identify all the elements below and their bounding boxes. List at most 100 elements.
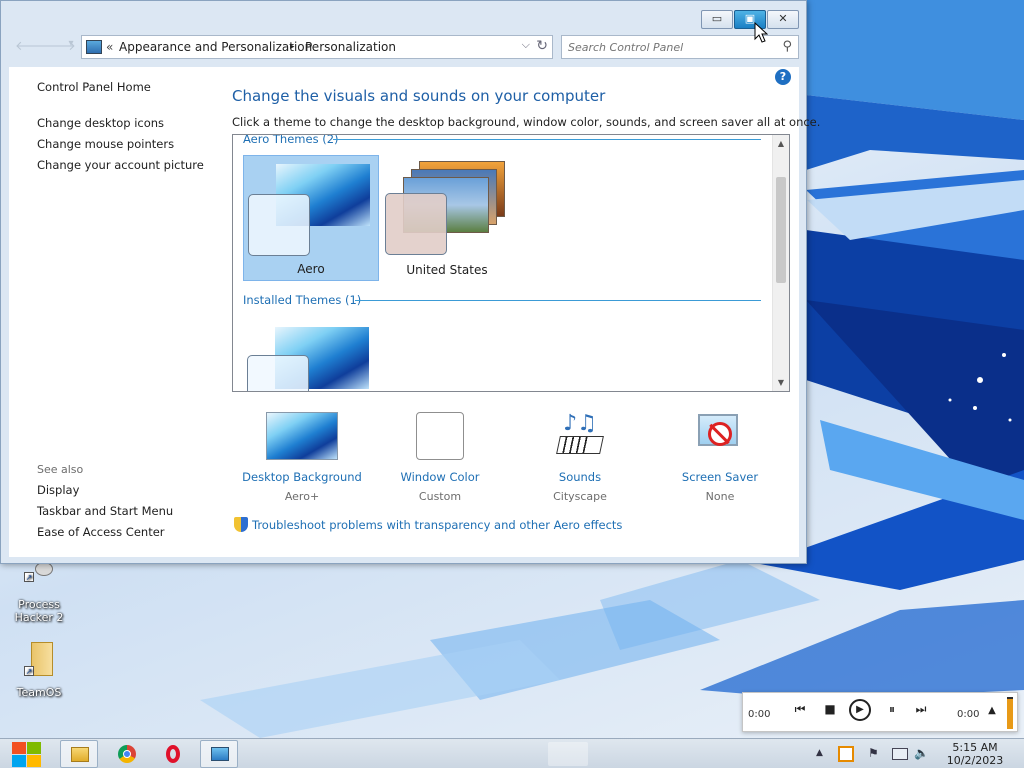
desktop-icon-label: Process Hacker 2 [14, 598, 64, 624]
recent-pages-button[interactable]: ▾ [61, 38, 81, 56]
nav-ease-of-access[interactable]: Ease of Access Center [37, 525, 165, 539]
setting-value: Custom [418, 490, 462, 503]
forward-button[interactable]: 🡒 [41, 38, 76, 56]
nav-display[interactable]: Display [37, 483, 79, 497]
title-bar[interactable]: ▭ ▣ ✕ [1, 1, 806, 31]
nav-taskbar-start-menu[interactable]: Taskbar and Start Menu [37, 504, 173, 518]
refresh-icon[interactable]: ↻ [536, 38, 548, 54]
window-glass-preview [247, 355, 309, 391]
setting-label[interactable]: Desktop Background [232, 470, 372, 484]
volume-fill [1007, 699, 1013, 729]
nav-change-desktop-icons[interactable]: Change desktop icons [37, 116, 164, 130]
breadcrumb-overflow[interactable]: « [106, 40, 113, 54]
theme-list-scrollbar[interactable]: ▲ ▼ [772, 135, 789, 391]
group-header-installed: Installed Themes (1) [243, 293, 362, 307]
screensaver-icon [696, 412, 744, 462]
elapsed-time: 0:00 [748, 709, 771, 720]
setting-label[interactable]: Screen Saver [650, 470, 790, 484]
taskbar-opera[interactable] [155, 740, 193, 768]
close-icon: ✕ [778, 12, 788, 25]
control-panel-icon [86, 40, 102, 54]
breadcrumb-personalization[interactable]: Personalization [305, 40, 396, 54]
desktop-icon-process-hacker[interactable]: ↗ Process Hacker 2 [9, 560, 69, 624]
troubleshoot-link[interactable]: Troubleshoot problems with transparency … [234, 517, 622, 532]
setting-value: Cityscape [553, 490, 607, 503]
wallpaper-icon [266, 412, 338, 462]
color-swatch-icon [416, 412, 464, 462]
back-button[interactable]: 🡐 [15, 38, 50, 56]
shield-icon [234, 517, 248, 532]
group-divider [333, 139, 761, 140]
volume-muted-icon[interactable]: 🔈 [914, 746, 929, 760]
sounds-setting[interactable]: ♪♫ Sounds Cityscape [510, 412, 650, 504]
start-button[interactable] [8, 740, 44, 768]
expand-icon[interactable]: ▲ [981, 705, 1003, 716]
setting-value: Aero+ [284, 490, 320, 503]
desktop-icon-teamos[interactable]: ↗ TeamOS [9, 636, 69, 699]
breadcrumb-appearance[interactable]: Appearance and Personalization [119, 40, 312, 54]
taskbar-ghost-item [548, 742, 588, 766]
network-icon[interactable] [892, 748, 908, 760]
setting-value: None [705, 490, 735, 503]
screen-saver-setting[interactable]: Screen Saver None [650, 412, 790, 503]
action-center-flag-icon[interactable]: ⚑ [868, 746, 879, 760]
next-icon[interactable]: ⏭ [910, 702, 932, 717]
theme-united-states[interactable]: United States [379, 155, 515, 281]
volume-slider[interactable] [1007, 697, 1013, 729]
theme-label: Aero [297, 262, 325, 276]
theme-label: United States [406, 263, 488, 277]
desktop-background-setting[interactable]: Desktop Background Aero+ [232, 412, 372, 503]
play-icon[interactable]: ▶ [849, 699, 871, 721]
nav-change-account-picture[interactable]: Change your account picture [37, 158, 204, 172]
process-hacker-icon: ↗ [21, 560, 57, 596]
troubleshoot-label: Troubleshoot problems with transparency … [252, 518, 623, 532]
tray-app-icon[interactable] [838, 746, 854, 762]
scroll-thumb[interactable] [776, 177, 786, 283]
previous-icon[interactable]: ⏮ [789, 702, 811, 717]
theme-aero[interactable]: Aero [243, 155, 379, 281]
search-icon[interactable]: ⚲ [782, 39, 792, 54]
taskbar-chrome[interactable] [108, 740, 146, 768]
window-color-setting[interactable]: Window Color Custom [370, 412, 510, 503]
clock-date: 10/2/2023 [946, 754, 1004, 767]
chevron-down-icon: ▾ [68, 38, 74, 49]
taskbar-file-explorer[interactable] [60, 740, 98, 768]
content-area: ? Control Panel Home Change desktop icon… [9, 67, 820, 557]
show-hidden-icons[interactable]: ▲ [816, 748, 823, 758]
close-button[interactable]: ✕ [767, 10, 799, 29]
total-time: 0:00 [957, 709, 980, 720]
help-icon[interactable]: ? [775, 69, 791, 85]
windows-logo-icon [12, 742, 26, 754]
address-row: 🡐 🡒 ▾ « Appearance and Personalization ▸… [9, 35, 799, 59]
folder-icon: ↗ [21, 636, 57, 684]
breadcrumb-separator-icon[interactable]: ▸ [290, 42, 295, 52]
scroll-up-icon[interactable]: ▲ [773, 139, 789, 148]
window-glass-preview [385, 193, 447, 255]
address-dropdown-icon[interactable]: ⌵ [522, 38, 530, 52]
theme-installed-1[interactable] [243, 315, 379, 391]
file-explorer-icon [71, 747, 89, 762]
desktop-icon-label: TeamOS [16, 686, 62, 699]
clock[interactable]: 5:15 AM 10/2/2023 [940, 741, 1010, 767]
page-description: Click a theme to change the desktop back… [232, 115, 821, 129]
window-glass-preview [248, 194, 310, 256]
taskbar-control-panel[interactable] [200, 740, 238, 768]
setting-label[interactable]: Sounds [510, 470, 650, 484]
group-divider [355, 300, 761, 301]
stop-icon[interactable]: ■ [819, 702, 841, 716]
address-bar[interactable]: « Appearance and Personalization ▸ Perso… [81, 35, 553, 59]
opera-icon [166, 745, 180, 763]
setting-label[interactable]: Window Color [370, 470, 510, 484]
theme-list[interactable]: Aero Themes (2) Aero United States Insta… [232, 134, 790, 392]
nav-change-mouse-pointers[interactable]: Change mouse pointers [37, 137, 174, 151]
mouse-cursor-icon [754, 22, 768, 43]
search-input[interactable] [566, 38, 766, 56]
nav-control-panel-home[interactable]: Control Panel Home [37, 80, 151, 94]
media-player: 0:00 ⏮ ■ ▶ ⏸ ⏭ 0:00 ▲ [742, 692, 1018, 732]
taskbar: ▲ ⚑ 🔈 5:15 AM 10/2/2023 [0, 738, 1024, 768]
minimize-button[interactable]: ▭ [701, 10, 733, 29]
scroll-down-icon[interactable]: ▼ [773, 378, 789, 387]
personalization-window: ▭ ▣ ✕ 🡐 🡒 ▾ « Appearance and Personaliza… [0, 0, 820, 564]
control-panel-icon [211, 747, 229, 761]
pause-icon[interactable]: ⏸ [881, 702, 903, 717]
